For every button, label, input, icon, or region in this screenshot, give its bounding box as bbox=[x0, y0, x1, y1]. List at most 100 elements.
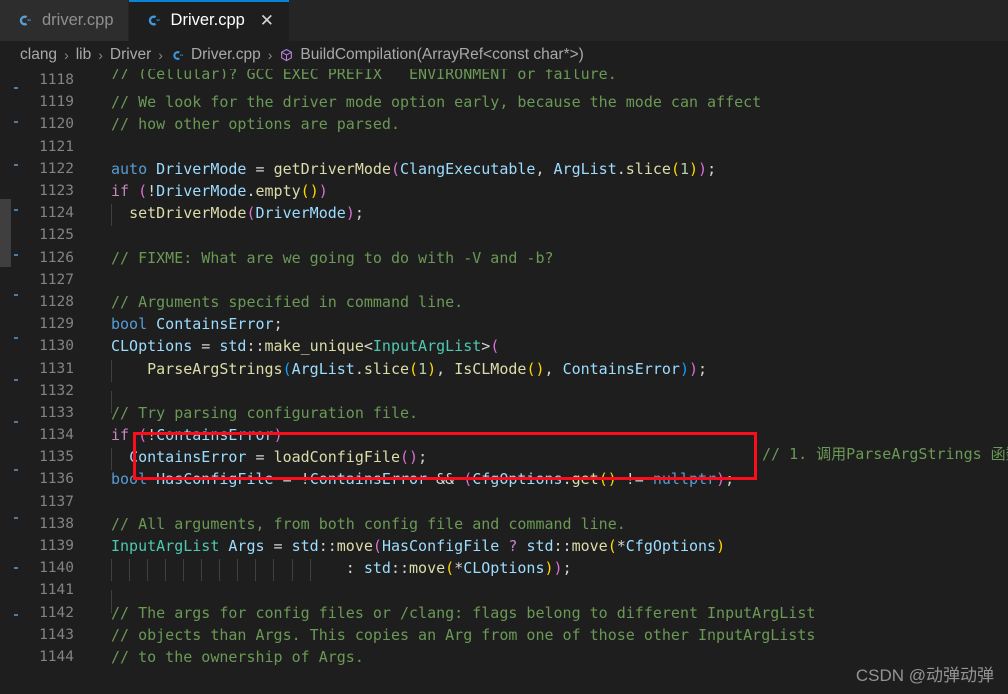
indent-guide bbox=[165, 559, 167, 582]
code-token: < bbox=[363, 337, 373, 356]
code-line[interactable]: 1138 // All arguments, from both config f… bbox=[0, 513, 1008, 535]
tab-label: Driver.cpp bbox=[170, 11, 245, 30]
code-line[interactable]: 1139 InputArgList Args = std::move(HasCon… bbox=[0, 535, 1008, 557]
breadcrumb-separator: › bbox=[267, 47, 273, 63]
close-icon[interactable]: ✕ bbox=[259, 12, 275, 29]
breadcrumb-item-lib[interactable]: lib bbox=[76, 46, 92, 64]
code-token: ) bbox=[345, 204, 355, 223]
code-line-content: setDriverMode(DriverMode); bbox=[86, 204, 364, 227]
line-number: 1140 bbox=[39, 560, 74, 577]
line-number: 1143 bbox=[39, 626, 74, 643]
code-line[interactable]: 1141 bbox=[0, 579, 1008, 613]
breadcrumb-item-clang[interactable]: clang bbox=[20, 46, 57, 64]
code-token: // objects than Args. This copies an Arg… bbox=[111, 625, 816, 644]
code-line[interactable]: 1127 bbox=[0, 269, 1008, 291]
code-token: IsCLMode bbox=[454, 359, 527, 378]
code-line[interactable]: 1136 bool HasConfigFile = !ContainsError … bbox=[0, 468, 1008, 490]
code-token: CfgOptions bbox=[625, 537, 717, 556]
code-line[interactable]: 1124 setDriverMode(DriverMode); bbox=[0, 202, 1008, 227]
code-token: :: bbox=[553, 537, 572, 556]
code-line[interactable]: 1122 auto DriverMode = getDriverMode(Clan… bbox=[0, 158, 1008, 180]
code-token: // The args for config files or /clang: … bbox=[111, 603, 816, 622]
code-token: , bbox=[436, 359, 455, 378]
code-token: ) bbox=[309, 182, 319, 201]
indent-guide bbox=[129, 559, 131, 582]
code-token: empty bbox=[255, 182, 301, 201]
code-lines-container[interactable]: 1118 1119 // We look for the driver mode o… bbox=[0, 69, 1008, 694]
code-line[interactable]: 1123 if (!DriverMode.empty()) bbox=[0, 180, 1008, 202]
line-number: 1142 bbox=[39, 604, 74, 621]
breadcrumb-item-driver[interactable]: Driver bbox=[110, 46, 151, 64]
code-line[interactable]: 1119 // We look for the driver mode optio… bbox=[0, 91, 1008, 113]
code-line[interactable]: 1137 bbox=[0, 491, 1008, 513]
code-token: ( bbox=[463, 470, 473, 489]
code-line[interactable]: 1129 bool ContainsError; bbox=[0, 313, 1008, 335]
code-token: . bbox=[616, 159, 626, 178]
code-line[interactable]: 1142 // The args for config files or /cla… bbox=[0, 602, 1008, 624]
code-line[interactable]: 1118 bbox=[0, 69, 1008, 91]
code-line[interactable]: 1140 : std::move(*CLOptions)); bbox=[0, 557, 1008, 582]
code-token: InputArgList bbox=[372, 337, 482, 356]
code-token: move bbox=[409, 559, 446, 578]
code-token: loadConfigFile bbox=[273, 448, 400, 467]
code-token: 1 bbox=[679, 159, 689, 178]
tab-driver-cpp-inactive[interactable]: driver.cpp bbox=[0, 0, 129, 41]
code-line[interactable]: 1126 // FIXME: What are we going to do wi… bbox=[0, 247, 1008, 269]
code-token: ( bbox=[445, 559, 455, 578]
indent-guide bbox=[219, 559, 221, 582]
code-token: :: bbox=[318, 537, 337, 556]
breadcrumb-separator: › bbox=[158, 47, 163, 63]
code-token: get bbox=[571, 470, 599, 489]
code-line-content: ContainsError = loadConfigFile(); bbox=[86, 448, 427, 471]
code-token: ( bbox=[598, 470, 608, 489]
method-symbol-icon bbox=[279, 48, 294, 63]
code-line[interactable]: 1132 bbox=[0, 380, 1008, 413]
line-number: 1139 bbox=[39, 538, 74, 555]
code-line-content: // how other options are parsed. bbox=[86, 115, 400, 133]
line-number: 1138 bbox=[39, 515, 74, 532]
code-token: . bbox=[562, 470, 572, 489]
code-line-content: // All arguments, from both config file … bbox=[86, 515, 626, 533]
code-editor[interactable]: // (Cellular)? GCC_EXEC_PREFIX ENVIRONME… bbox=[0, 69, 1008, 694]
line-number: 1128 bbox=[39, 293, 74, 310]
code-token: != bbox=[616, 470, 653, 489]
code-token: ( bbox=[300, 182, 310, 201]
code-token: ContainsError bbox=[129, 448, 247, 467]
code-token: = bbox=[246, 448, 274, 467]
code-line[interactable]: 1120 // how other options are parsed. bbox=[0, 113, 1008, 135]
indent-guide bbox=[183, 559, 185, 582]
code-token: ContainsError bbox=[309, 470, 428, 489]
code-token: Args bbox=[228, 537, 265, 556]
code-token: ; bbox=[698, 359, 708, 378]
breadcrumb-item-file[interactable]: Driver.cpp bbox=[170, 46, 261, 64]
code-line-content: if (!DriverMode.empty()) bbox=[86, 182, 328, 200]
code-token: if bbox=[111, 182, 130, 201]
code-line-content: // Try parsing configuration file. bbox=[86, 404, 418, 422]
code-token: HasConfigFile bbox=[156, 470, 274, 489]
watermark: CSDN @动弹动弹 bbox=[855, 666, 994, 685]
code-line[interactable]: 1125 bbox=[0, 224, 1008, 246]
code-token: bool bbox=[111, 315, 148, 334]
code-line[interactable]: 1133 // Try parsing configuration file. bbox=[0, 402, 1008, 424]
code-line-content: // to the ownership of Args. bbox=[86, 648, 364, 666]
tab-driver-cpp-active[interactable]: Driver.cpp ✕ bbox=[128, 0, 290, 41]
indent-guide bbox=[111, 559, 112, 582]
code-line[interactable]: 1130 CLOptions = std::make_unique<InputAr… bbox=[0, 335, 1008, 357]
code-token: // to the ownership of Args. bbox=[111, 647, 364, 666]
code-line[interactable]: 1128 // Arguments specified in command li… bbox=[0, 291, 1008, 313]
code-token: :: bbox=[246, 337, 265, 356]
code-line[interactable]: 1143 // objects than Args. This copies an… bbox=[0, 624, 1008, 646]
code-token: ) bbox=[689, 159, 699, 178]
breadcrumb-item-symbol[interactable]: BuildCompilation(ArrayRef<const char*>) bbox=[279, 46, 584, 64]
code-line[interactable]: 1131 ParseArgStrings(ArgList.slice(1), I… bbox=[0, 357, 1008, 382]
code-token: if bbox=[111, 426, 130, 445]
tab-bar-empty-space bbox=[289, 0, 1008, 41]
code-token: // We look for the driver mode option ea… bbox=[111, 93, 762, 112]
code-token: ) bbox=[698, 159, 708, 178]
line-number: 1136 bbox=[39, 471, 74, 488]
cpp-file-icon bbox=[16, 12, 33, 29]
code-line[interactable]: 1121 bbox=[0, 136, 1008, 158]
code-token: DriverMode bbox=[156, 182, 247, 201]
